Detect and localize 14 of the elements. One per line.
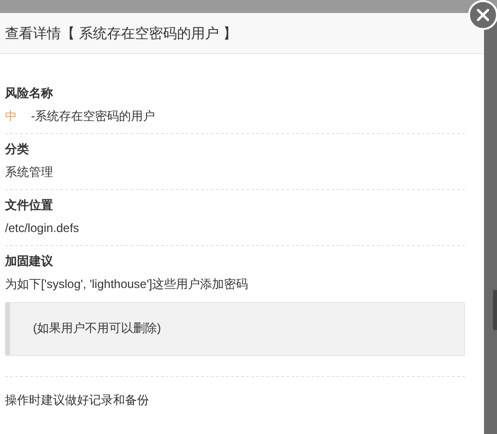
field-label: 风险名称: [5, 85, 54, 102]
field-value: 为如下['syslog', 'lighthouse']这些用户添加密码: [5, 276, 250, 293]
field-value: 系统管理: [5, 164, 54, 181]
close-icon: [477, 9, 489, 21]
field-label: 加固建议: [5, 253, 54, 270]
scrollbar[interactable]: [493, 290, 497, 330]
footnote-text: 操作时建议做好记录和备份: [5, 392, 150, 409]
field-value: /etc/login.defs: [5, 220, 80, 237]
field-value: -系统存在空密码的用户: [31, 108, 155, 125]
field-label: 分类: [5, 141, 30, 158]
dialog-title: 查看详情【 系统存在空密码的用户 】: [5, 24, 237, 42]
risk-level: 中: [5, 108, 17, 125]
note-text: (如果用户不用可以删除): [33, 321, 161, 335]
field-label: 文件位置: [5, 197, 54, 214]
